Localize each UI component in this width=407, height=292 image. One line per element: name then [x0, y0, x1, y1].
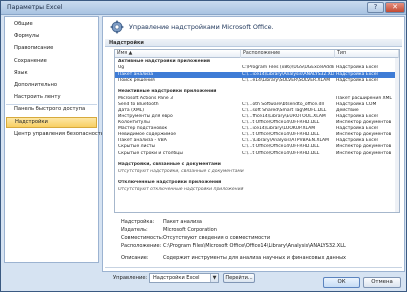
- options-sidebar: Общие Формулы Правописание Сохранение Язык До…: [4, 16, 108, 263]
- addin-location: C:\...ffice14\Library\EUROTOOL.XLAM: [242, 113, 326, 119]
- group-header: Надстройки, связанные с документами: [118, 162, 221, 168]
- window-title: Параметры Excel: [7, 4, 63, 11]
- addin-type: Инспектор документов: [336, 120, 392, 125]
- addin-name: Скрытые листы: [118, 144, 156, 150]
- close-button[interactable]: ✕: [385, 2, 405, 13]
- table-row[interactable]: Пакет анализа C:\...ice14\Library\Analysi…: [115, 71, 399, 78]
- table-row[interactable]: Скрытые строки и столбцы C:\...t Office\O…: [115, 151, 399, 157]
- panel-header-title: Управление надстройками Microsoft Office…: [129, 23, 274, 31]
- addin-location: C:\...t Office\Office14\OFFRHD.DLL: [242, 144, 320, 150]
- addin-type: Надстройка Excel: [336, 77, 378, 83]
- addin-location: C:\...e14\Library\SOLVER\SOLVER.XLAM: [242, 77, 331, 83]
- addins-panel: Управление надстройками Microsoft Office…: [102, 16, 405, 283]
- table-row[interactable]: Поиск решения C:\...e14\Library\SOLVER\SO…: [115, 78, 399, 84]
- close-icon: ✕: [392, 3, 398, 11]
- addins-table[interactable]: Имя ▲ Расположение Тип Активные надстрой…: [114, 49, 400, 213]
- table-row[interactable]: Дата (XML) C:\...soft Shared\Smart Tag\MO…: [115, 108, 399, 114]
- group-header: Активные надстройки приложений: [118, 59, 211, 64]
- group-row: Неактивные надстройки приложений: [115, 89, 399, 95]
- table-row[interactable]: Невидимое содержимое C:\...t Office\Offic…: [115, 132, 399, 138]
- sidebar-item[interactable]: Надстройки: [6, 116, 97, 128]
- addin-type: Надстройка Excel: [336, 113, 378, 119]
- addin-type: Надстройка COM: [336, 101, 377, 107]
- addin-type: Пакет расширения XML: [336, 95, 392, 101]
- addin-location: C:\...t Office\Office14\OFFRHD.DLL: [242, 120, 320, 125]
- group-header: Неактивные надстройки приложений: [118, 89, 217, 95]
- table-row[interactable]: Ug C:\Program Files (x86)\UGS\UGExcelAddI…: [115, 65, 399, 71]
- cancel-button[interactable]: Отмена: [363, 277, 401, 288]
- addin-name: Дата (XML): [118, 107, 145, 113]
- table-row[interactable]: Скрытые листы C:\...t Office\Office14\OFF…: [115, 144, 399, 150]
- table-row[interactable]: Пакет анализа - VBA C:\...\Library\Analys…: [115, 138, 399, 144]
- addin-name: Скрытые строки и столбцы: [118, 150, 183, 156]
- column-header-name[interactable]: Имя ▲: [115, 50, 241, 58]
- addin-name: Ug: [118, 65, 125, 71]
- addin-location: C:\...t Office\Office14\OFFRHD.DLL: [242, 150, 320, 156]
- excel-options-window: Параметры Excel ? ✕ Общие Формулы Правопис…: [0, 0, 407, 292]
- table-row[interactable]: Microsoft Actions Pane 3 Пакет расширения…: [115, 96, 399, 102]
- addin-type: Надстройка Excel: [336, 65, 378, 71]
- addin-type: Действие: [336, 107, 359, 113]
- addin-location: C:\...ice14\Library\Analysis\ANALYS32.XL…: [242, 71, 334, 77]
- addin-name: Поиск решения: [118, 77, 155, 83]
- addin-name: Невидимое содержимое: [118, 132, 176, 138]
- addin-type: Надстройка Excel: [336, 138, 378, 144]
- sidebar-item[interactable]: Формулы: [6, 31, 97, 42]
- sidebar-item[interactable]: Язык: [6, 68, 97, 79]
- chevron-down-icon[interactable]: ▼: [210, 274, 218, 282]
- group-header: Отключенные надстройки приложений: [118, 180, 222, 186]
- addin-name: Microsoft Actions Pane 3: [118, 95, 173, 101]
- addin-location: C:\...ice14\Library\LOOKUP.XLAM: [242, 126, 316, 132]
- help-icon: ?: [373, 3, 378, 11]
- addin-location: C:\Program Files (x86)\UGS\UGExcelAddIn\…: [242, 65, 334, 71]
- ok-button[interactable]: ОК: [323, 277, 360, 288]
- addin-name: Пакет анализа - VBA: [118, 138, 167, 144]
- table-row[interactable]: Send to Bluetooth C:\...oth Software\btse…: [115, 102, 399, 108]
- sidebar-item[interactable]: Общие: [6, 19, 97, 30]
- manage-selected-value: Надстройки Excel: [153, 275, 200, 281]
- section-label: Надстройки: [105, 39, 402, 47]
- manage-select[interactable]: Надстройки Excel ▼: [149, 273, 219, 283]
- note-row: Отсутствуют отключенные надстройки прило…: [115, 187, 399, 193]
- addin-name: Мастер подстановок: [118, 126, 168, 132]
- table-scrollbar[interactable]: [395, 58, 399, 212]
- divider: [105, 267, 402, 268]
- group-note: Отсутствуют надстройки, связанные с доку…: [118, 168, 244, 174]
- manage-label: Управление:: [113, 275, 148, 281]
- group-row: Надстройки, связанные с документами: [115, 162, 399, 168]
- group-note: Отсутствуют отключенные надстройки прило…: [118, 186, 244, 192]
- note-row: Отсутствуют надстройки, связанные с доку…: [115, 169, 399, 175]
- addin-location: C:\...t Office\Office14\OFFRHD.DLL: [242, 132, 320, 138]
- table-row[interactable]: Колонтитулы C:\...t Office\Office14\OFFRH…: [115, 120, 399, 126]
- sidebar-item[interactable]: Правописание: [6, 43, 97, 54]
- addin-name: Send to Bluetooth: [118, 101, 159, 107]
- addin-location: C:\...oth Software\btsendto_office.dll: [242, 101, 324, 107]
- addin-type: Надстройка Excel: [336, 71, 378, 77]
- sidebar-item[interactable]: Дополнительно: [6, 80, 97, 91]
- title-bar: Параметры Excel ? ✕: [1, 1, 406, 15]
- addin-location: C:\...\Library\Analysis\ATPVBAEN.XLAM: [242, 138, 330, 144]
- sidebar-item[interactable]: Сохранение: [6, 56, 97, 67]
- addin-type: Инспектор документов: [336, 132, 392, 138]
- sidebar-item[interactable]: Панель быстрого доступа: [6, 104, 97, 115]
- addin-name: Инструменты для евро: [118, 113, 173, 119]
- sidebar-item[interactable]: Центр управления безопасностью: [6, 129, 108, 140]
- table-row[interactable]: Мастер подстановок C:\...ice14\Library\LO…: [115, 126, 399, 132]
- column-header-location[interactable]: Расположение: [241, 50, 335, 58]
- table-header: Имя ▲ Расположение Тип: [115, 50, 399, 58]
- addin-type: Надстройка Excel: [336, 126, 378, 132]
- table-row[interactable]: Инструменты для евро C:\...ffice14\Librar…: [115, 114, 399, 120]
- addin-type: Инспектор документов: [336, 144, 392, 150]
- addin-name: Пакет анализа: [118, 71, 154, 77]
- group-row: Активные надстройки приложений: [115, 59, 399, 65]
- go-button[interactable]: Перейти...: [223, 273, 255, 283]
- column-header-type[interactable]: Тип: [335, 50, 399, 58]
- addin-type: Инспектор документов: [336, 150, 392, 156]
- help-button[interactable]: ?: [367, 2, 384, 13]
- addin-name: Колонтитулы: [118, 120, 150, 125]
- group-row: Отключенные надстройки приложений: [115, 180, 399, 186]
- sidebar-item[interactable]: Настроить ленту: [6, 92, 97, 103]
- addin-location: C:\...soft Shared\Smart Tag\MOFL.DLL: [242, 107, 327, 113]
- addins-gear-icon: [110, 20, 124, 34]
